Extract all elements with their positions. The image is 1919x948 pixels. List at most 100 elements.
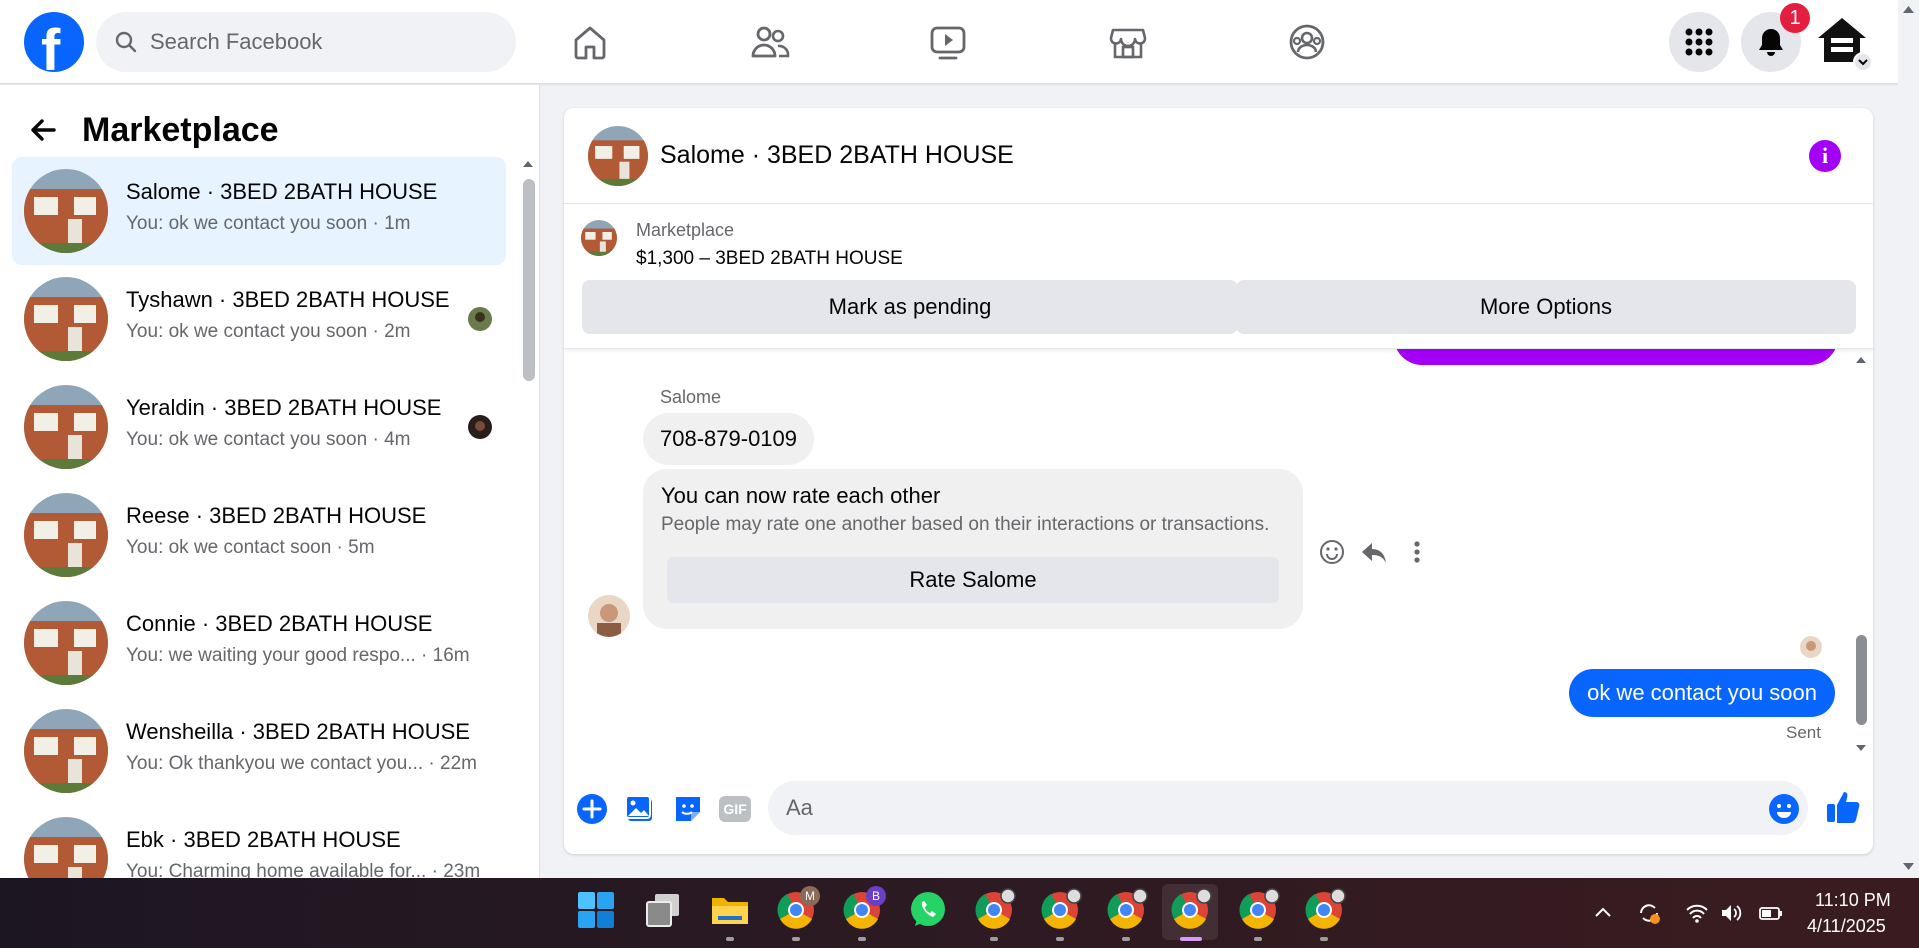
running-indicator	[990, 937, 998, 941]
listing-thumbnail	[24, 493, 108, 577]
chrome-icon[interactable]	[1038, 888, 1082, 932]
scroll-down-arrow-icon[interactable]	[1898, 860, 1919, 874]
listing-thumbnail	[24, 817, 108, 878]
mark-as-pending-button[interactable]: Mark as pending	[582, 280, 1238, 334]
task-view-icon[interactable]	[641, 888, 685, 932]
running-indicator	[792, 937, 800, 941]
photo-icon[interactable]	[623, 792, 657, 826]
sync-icon[interactable]	[1636, 900, 1662, 926]
chat-panel: Salome · 3BED 2BATH HOUSE i Marketplace …	[564, 108, 1873, 854]
sender-name: Salome	[660, 387, 722, 407]
scroll-down-arrow-icon[interactable]	[1853, 743, 1869, 755]
menu-grid-icon	[1685, 28, 1713, 56]
sent-message-bubble[interactable]	[1394, 349, 1838, 365]
conversation-name: Tyshawn · 3BED 2BATH HOUSE	[126, 287, 450, 312]
menu-button[interactable]	[1669, 12, 1729, 72]
chrome-profile-badge: B	[866, 886, 886, 906]
chrome-icon[interactable]	[1236, 888, 1280, 932]
info-icon[interactable]: i	[1809, 140, 1841, 172]
plus-circle-icon[interactable]	[575, 792, 609, 826]
listing-thumbnail	[24, 709, 108, 793]
search-icon	[115, 31, 137, 53]
scroll-up-arrow-icon[interactable]	[1853, 353, 1869, 365]
gif-icon[interactable]: GIF	[719, 796, 751, 822]
active-indicator	[1180, 937, 1202, 941]
chevron-down-icon	[1858, 59, 1868, 66]
listing-thumbnail[interactable]	[588, 126, 648, 186]
message-composer: GIF	[564, 778, 1873, 854]
battery-icon[interactable]	[1758, 900, 1784, 926]
more-vertical-icon[interactable]	[1402, 537, 1432, 567]
conversation-list: Salome · 3BED 2BATH HOUSE You: ok we con…	[12, 157, 506, 878]
windows-start-icon[interactable]	[574, 888, 618, 932]
listing-thumbnail	[24, 385, 108, 469]
more-options-button[interactable]: More Options	[1236, 280, 1856, 334]
wifi-icon[interactable]	[1684, 900, 1710, 926]
chat-title[interactable]: Salome · 3BED 2BATH HOUSE	[660, 141, 1014, 170]
conversation-name: Connie · 3BED 2BATH HOUSE	[126, 611, 433, 636]
bell-icon	[1759, 29, 1783, 56]
conversation-item[interactable]: Reese · 3BED 2BATH HOUSE You: ok we cont…	[12, 481, 506, 589]
running-indicator	[1056, 937, 1064, 941]
running-indicator	[1320, 937, 1328, 941]
sidebar-header: Marketplace	[28, 105, 279, 155]
conversation-item[interactable]: Wensheilla · 3BED 2BATH HOUSE You: Ok th…	[12, 697, 506, 805]
chrome-icon[interactable]	[1302, 888, 1346, 932]
whatsapp-icon[interactable]	[906, 888, 950, 932]
reply-icon[interactable]	[1359, 537, 1389, 567]
taskbar-clock[interactable]: 11:10 PM	[1815, 890, 1891, 911]
conversation-preview: You: ok we contact you soon · 1m	[126, 213, 411, 234]
volume-icon[interactable]	[1718, 900, 1744, 926]
file-explorer-icon[interactable]	[708, 888, 752, 932]
running-indicator	[858, 937, 866, 941]
conversation-item[interactable]: Connie · 3BED 2BATH HOUSE You: we waitin…	[12, 589, 506, 697]
groups-icon[interactable]	[1285, 20, 1329, 64]
message-thread: Salome 708-879-0109 You can now rate eac…	[564, 349, 1873, 764]
conversation-item[interactable]: Salome · 3BED 2BATH HOUSE You: ok we con…	[12, 157, 506, 265]
marketplace-icon[interactable]	[1106, 20, 1150, 64]
sidebar-scroll-thumb[interactable]	[523, 179, 535, 381]
chrome-icon[interactable]	[1168, 888, 1212, 932]
conversation-preview: You: we waiting your good respo... · 16m	[126, 645, 470, 666]
profile-menu-chevron[interactable]	[1853, 52, 1873, 72]
rate-user-button[interactable]: Rate Salome	[667, 557, 1279, 603]
thumbs-up-icon[interactable]	[1824, 788, 1862, 826]
conversation-preview: You: Ok thankyou we contact you... · 22m	[126, 753, 477, 774]
message-status: Sent	[1786, 723, 1821, 742]
scroll-up-arrow-icon[interactable]	[520, 157, 536, 169]
taskbar-date[interactable]: 4/11/2025	[1807, 916, 1886, 937]
emoji-icon[interactable]	[1768, 793, 1800, 825]
sticker-icon[interactable]	[671, 792, 705, 826]
search-box[interactable]	[96, 12, 516, 72]
friends-icon[interactable]	[748, 20, 792, 64]
sent-message-bubble[interactable]: ok we contact you soon	[1569, 669, 1835, 717]
page-scrollbar[interactable]	[1898, 0, 1919, 878]
chrome-icon[interactable]	[1104, 888, 1148, 932]
scroll-up-arrow-icon[interactable]	[1898, 2, 1919, 16]
chrome-icon[interactable]	[972, 888, 1016, 932]
back-arrow-icon[interactable]	[28, 115, 58, 145]
listing-thumbnail[interactable]	[581, 220, 617, 256]
home-icon[interactable]	[568, 20, 612, 64]
listing-thumbnail	[24, 277, 108, 361]
listing-thumbnail	[24, 601, 108, 685]
message-input-box[interactable]	[768, 781, 1808, 835]
facebook-logo-icon[interactable]: f	[24, 12, 84, 72]
chat-scrollbar[interactable]	[1853, 353, 1869, 763]
chrome-profile-badge: M	[800, 886, 820, 906]
running-indicator	[1254, 937, 1262, 941]
conversation-item[interactable]: Yeraldin · 3BED 2BATH HOUSE You: ok we c…	[12, 373, 506, 481]
sender-avatar[interactable]	[588, 595, 630, 637]
sidebar-scrollbar[interactable]	[520, 157, 536, 877]
chevron-up-icon[interactable]	[1590, 900, 1616, 926]
conversation-item[interactable]: Ebk · 3BED 2BATH HOUSE You: Charming hom…	[12, 805, 506, 878]
conversation-item[interactable]: Tyshawn · 3BED 2BATH HOUSE You: ok we co…	[12, 265, 506, 373]
received-message-bubble[interactable]: 708-879-0109	[643, 413, 815, 465]
chat-scroll-thumb[interactable]	[1856, 635, 1867, 725]
search-input[interactable]	[150, 12, 500, 72]
message-input[interactable]	[786, 781, 1736, 835]
video-icon[interactable]	[926, 20, 970, 64]
react-emoji-icon[interactable]	[1317, 537, 1347, 567]
listing-banner: Marketplace $1,300 – 3BED 2BATH HOUSE Ma…	[564, 205, 1873, 349]
listing-price[interactable]: $1,300 – 3BED 2BATH HOUSE	[636, 248, 903, 270]
